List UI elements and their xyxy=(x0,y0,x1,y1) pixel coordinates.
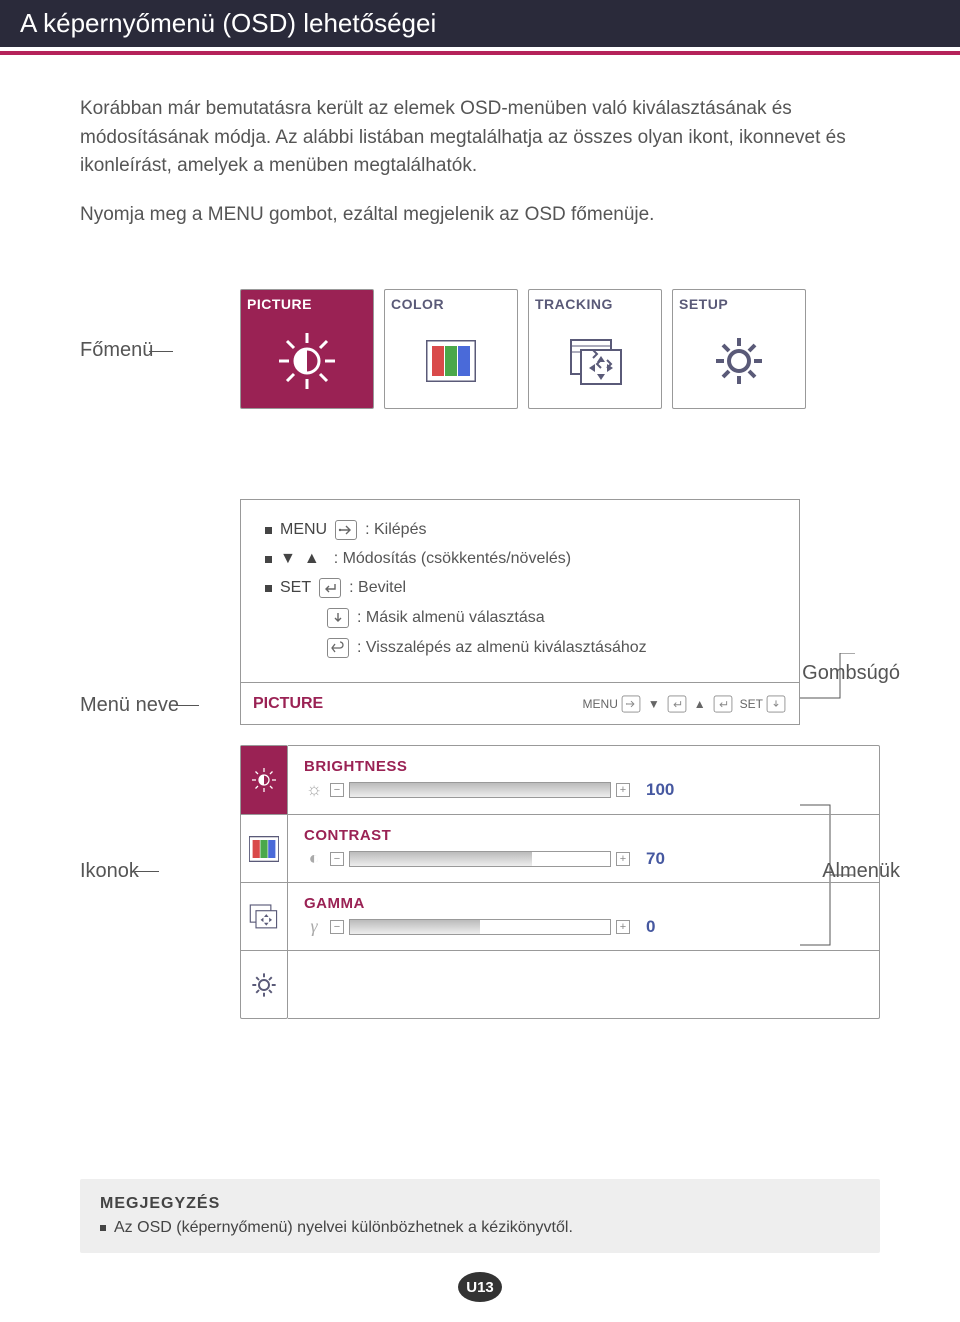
side-icon-tracking[interactable] xyxy=(241,882,287,950)
enter-icon xyxy=(319,578,341,598)
bullet-icon xyxy=(265,556,272,563)
minus-icon[interactable]: − xyxy=(330,783,344,797)
enter-icon xyxy=(713,695,732,712)
tab-tracking[interactable]: TRACKING xyxy=(528,289,662,409)
page-number-badge: U13 xyxy=(458,1272,502,1302)
exit-icon xyxy=(622,695,641,712)
note-box: MEGJEGYZÉS Az OSD (képernyőmenü) nyelvei… xyxy=(80,1179,880,1253)
down-icon xyxy=(327,608,349,628)
gamma-icon: γ xyxy=(304,916,324,937)
legend-arrows: ▼ ▲ : Módosítás (csökkentés/növelés) xyxy=(265,550,775,568)
side-icon-list xyxy=(240,745,288,1019)
minus-icon[interactable]: − xyxy=(330,852,344,866)
legend-down: : Másik almenü választása xyxy=(265,608,775,628)
legend-list: MENU : Kilépés ▼ ▲ : Módosítás (csökkent… xyxy=(241,500,799,682)
contrast-icon: ◐ xyxy=(304,848,324,869)
plus-icon[interactable]: + xyxy=(616,920,630,934)
bullet-icon xyxy=(265,527,272,534)
label-menuneve: Menü neve xyxy=(80,694,240,717)
connector-line xyxy=(800,653,860,703)
bullet-icon xyxy=(100,1225,106,1231)
slider-list: BRIGHTNESS ☼ − + 100 CONTRAST ◐ − xyxy=(288,745,880,1019)
legend-box: MENU : Kilépés ▼ ▲ : Módosítás (csökkent… xyxy=(240,499,800,725)
label-ikonok: Ikonok xyxy=(80,860,139,883)
content-area: Korábban már bemutatásra került az eleme… xyxy=(0,55,960,1039)
sun-icon: ☼ xyxy=(304,779,324,800)
tracking-icon xyxy=(535,320,655,402)
up-arrow-icon: ▲ xyxy=(304,550,320,568)
page-title-bar: A képernyőmenü (OSD) lehetőségei xyxy=(0,0,960,47)
legend-menu: MENU : Kilépés xyxy=(265,520,775,540)
legend-set: SET : Bevitel xyxy=(265,578,775,598)
bullet-icon xyxy=(265,585,272,592)
detail-panel: BRIGHTNESS ☼ − + 100 CONTRAST ◐ − xyxy=(240,745,880,1019)
menu-tabs: PICTURE xyxy=(240,289,806,409)
intro-text: Korábban már bemutatásra került az eleme… xyxy=(80,95,880,229)
slider-gamma: GAMMA γ − + 0 xyxy=(288,882,879,950)
back-icon xyxy=(327,638,349,658)
minus-icon[interactable]: − xyxy=(330,920,344,934)
note-text: Az OSD (képernyőmenü) nyelvei különbözhe… xyxy=(100,1219,860,1237)
slider-empty xyxy=(288,950,879,1018)
brightness-icon xyxy=(247,320,367,402)
intro-p2: Nyomja meg a MENU gombot, ezáltal megjel… xyxy=(80,201,880,230)
down-arrow-icon: ▼ xyxy=(280,550,296,568)
color-bars-icon xyxy=(391,320,511,402)
intro-p1: Korábban már bemutatásra került az eleme… xyxy=(80,95,880,181)
plus-icon[interactable]: + xyxy=(616,783,630,797)
label-fomenu: Főmenü xyxy=(80,289,240,362)
page-title: A képernyőmenü (OSD) lehetőségei xyxy=(20,8,436,38)
side-icon-color[interactable] xyxy=(241,814,287,882)
slider-track[interactable] xyxy=(350,783,610,797)
down-icon xyxy=(767,695,786,712)
tab-color[interactable]: COLOR xyxy=(384,289,518,409)
gear-icon xyxy=(679,320,799,402)
tab-picture[interactable]: PICTURE xyxy=(240,289,374,409)
main-menu-row: Főmenü PICTURE xyxy=(80,289,880,409)
tab-setup[interactable]: SETUP xyxy=(672,289,806,409)
down-arrow-icon: ▼ xyxy=(648,697,660,711)
up-arrow-icon: ▲ xyxy=(694,697,706,711)
legend-back: : Visszalépés az almenü kiválasztásához xyxy=(265,638,775,658)
slider-brightness: BRIGHTNESS ☼ − + 100 xyxy=(288,746,879,814)
side-icon-picture[interactable] xyxy=(241,746,287,814)
legend-block: Menü neve MENU : Kilépés ▼ ▲ : Módosítás… xyxy=(80,499,880,725)
exit-icon xyxy=(335,520,357,540)
side-icon-setup[interactable] xyxy=(241,950,287,1018)
enter-icon xyxy=(667,695,686,712)
plus-icon[interactable]: + xyxy=(616,852,630,866)
slider-track[interactable] xyxy=(350,852,610,866)
slider-track[interactable] xyxy=(350,920,610,934)
slider-contrast: CONTRAST ◐ − + 70 xyxy=(288,814,879,882)
legend-footer: PICTURE MENU ▼ ▲ SET xyxy=(241,682,799,724)
